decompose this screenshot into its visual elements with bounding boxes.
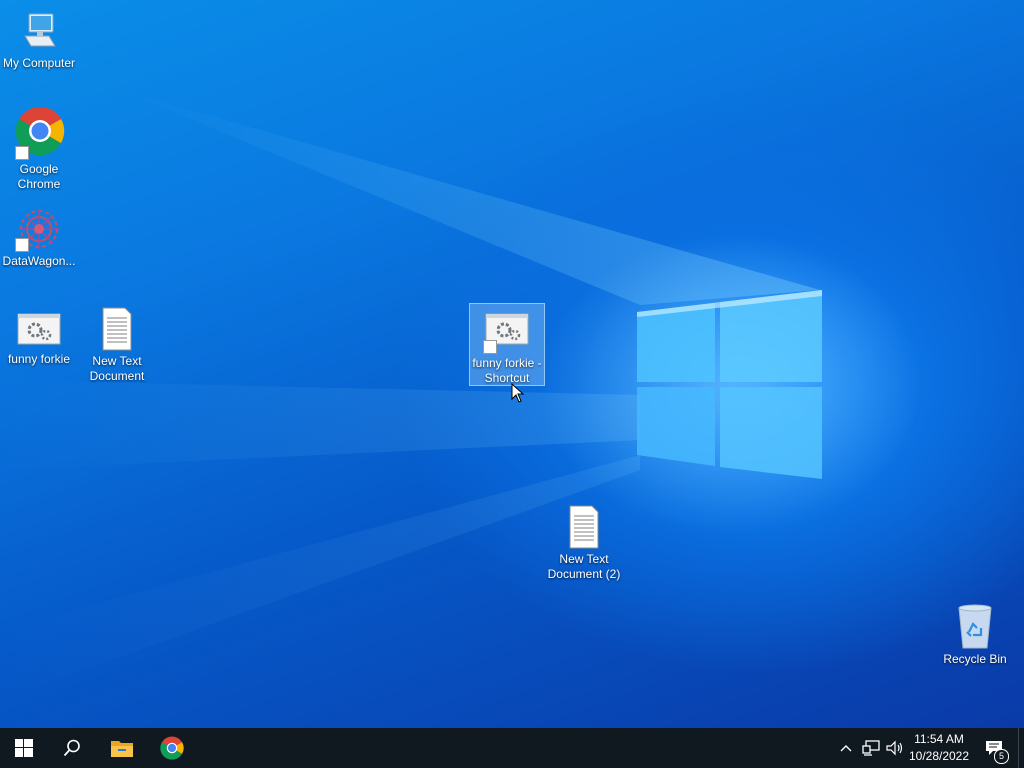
network-button[interactable] (858, 728, 884, 768)
settings-app-icon (15, 308, 63, 350)
search-button[interactable] (48, 728, 96, 768)
file-explorer-icon (111, 741, 133, 757)
shortcut-arrow-icon (15, 146, 29, 160)
clock-date: 10/28/2022 (908, 749, 970, 763)
text-document-icon (93, 306, 141, 352)
taskbar-clock[interactable]: 11:54 AM 10/28/2022 (902, 731, 976, 765)
desktop-icon-google-chrome[interactable]: Google Chrome (0, 104, 78, 194)
new-text-document-2-label: New Text Document (2) (547, 552, 621, 581)
mouse-cursor-icon (511, 383, 525, 403)
action-center-button[interactable]: 5 (980, 728, 1009, 768)
start-icon (15, 739, 33, 757)
text-document-icon (560, 504, 608, 550)
chrome-taskbar-button[interactable] (148, 728, 196, 768)
shortcut-arrow-icon (15, 238, 29, 252)
desktop-icon-new-text-document[interactable]: New Text Document (78, 304, 156, 386)
new-text-document-label: New Text Document (89, 354, 145, 383)
desktop-icon-funny-forkie-shortcut[interactable]: funny forkie - Shortcut (469, 303, 545, 386)
recycle-bin-icon (951, 602, 999, 650)
funny-forkie-label: funny forkie (7, 352, 71, 366)
clock-time: 11:54 AM (914, 732, 964, 746)
recycle-bin-label: Recycle Bin (943, 652, 1007, 666)
desktop[interactable]: My Computer Google Chrome DataWagon... f… (0, 0, 1024, 728)
start-button[interactable] (0, 728, 48, 768)
desktop-icon-my-computer[interactable]: My Computer (0, 8, 78, 73)
file-explorer-button[interactable] (98, 728, 146, 768)
my-computer-label: My Computer (2, 56, 76, 70)
chrome-icon (160, 736, 184, 760)
funny-forkie-shortcut-label: funny forkie - Shortcut (472, 356, 542, 385)
desktop-icon-funny-forkie[interactable]: funny forkie (0, 306, 78, 369)
computer-icon (15, 10, 63, 54)
datawagon-label: DataWagon... (2, 254, 76, 268)
search-icon (63, 739, 80, 757)
show-hidden-icons-button[interactable] (836, 728, 856, 768)
chevron-up-icon (840, 745, 852, 752)
desktop-icon-recycle-bin[interactable]: Recycle Bin (936, 600, 1014, 669)
notification-count-badge: 5 (994, 749, 1009, 764)
network-icon (862, 740, 880, 756)
chrome-icon (15, 106, 65, 160)
desktop-icon-datawagon[interactable]: DataWagon... (0, 204, 78, 271)
google-chrome-label: Google Chrome (17, 162, 61, 191)
taskbar: 11:54 AM 10/28/2022 5 (0, 728, 1024, 768)
show-desktop-button[interactable] (1018, 728, 1024, 768)
datawagon-icon (15, 206, 63, 252)
desktop-icon-new-text-document-2[interactable]: New Text Document (2) (545, 502, 623, 584)
shortcut-arrow-icon (483, 340, 497, 354)
settings-app-icon (483, 306, 531, 354)
